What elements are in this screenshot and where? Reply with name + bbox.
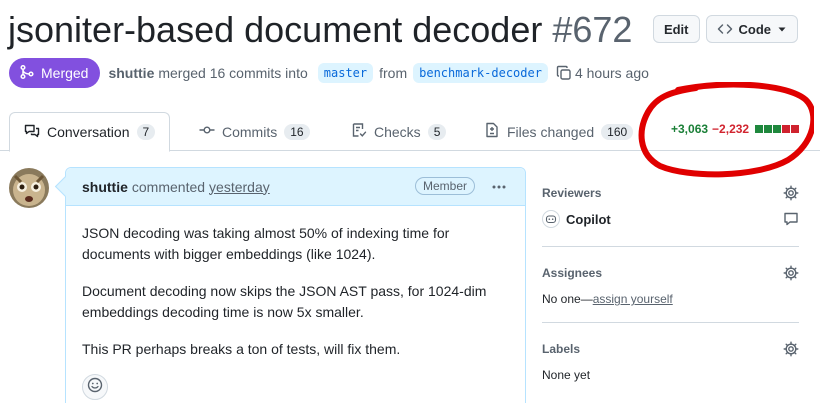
pr-author-link[interactable]: shuttie — [108, 65, 154, 81]
edit-button[interactable]: Edit — [652, 15, 700, 43]
pr-time-ago: 4 hours ago — [574, 65, 649, 81]
comment-feedback-icon[interactable] — [783, 211, 799, 232]
merged-state-label: Merged — [41, 65, 89, 81]
tab-conversation-count: 7 — [136, 124, 156, 140]
tab-files-changed-count: 160 — [601, 123, 634, 140]
tab-checks[interactable]: Checks 5 — [351, 112, 447, 151]
diffstat-block — [764, 125, 773, 133]
gear-icon[interactable] — [783, 185, 799, 206]
tab-commits-label: Commits — [222, 123, 278, 140]
diffstat-block — [773, 125, 782, 133]
tab-commits[interactable]: Commits 16 — [199, 112, 310, 151]
member-role-badge: Member — [414, 177, 475, 195]
git-commit-icon — [199, 122, 215, 141]
code-button[interactable]: Code — [705, 15, 798, 43]
pr-title: jsoniter-based document decoder #672 — [8, 6, 632, 54]
comment-action: commented — [131, 178, 206, 195]
pr-tabs: Conversation 7 Commits 16 Checks 5 Files… — [0, 112, 820, 152]
comment-timestamp-link[interactable]: yesterday — [209, 179, 270, 195]
copy-icon[interactable] — [556, 65, 572, 81]
pr-number: #672 — [552, 9, 633, 50]
tab-files-changed[interactable]: Files changed 160 — [484, 112, 634, 151]
checklist-icon — [351, 122, 367, 141]
diffstat-block — [755, 125, 764, 133]
edit-button-label: Edit — [663, 21, 689, 37]
merged-state-badge: Merged — [9, 58, 101, 88]
assignees-none: No one— — [542, 292, 593, 306]
from-word: from — [379, 65, 408, 81]
diffstat: +3,063 −2,232 — [671, 122, 800, 136]
assignees-value: No one—assign yourself — [542, 290, 673, 308]
reviewer-name: Copilot — [566, 211, 611, 227]
avatar[interactable] — [9, 168, 49, 208]
tab-conversation[interactable]: Conversation 7 — [9, 112, 171, 152]
pr-sidebar: Reviewers Copilot Assignees No one—assig… — [542, 167, 799, 403]
diffstat-blocks — [755, 125, 800, 133]
comment-paragraph: Document decoding now skips the JSON AST… — [82, 283, 487, 320]
pr-meta: Merged shuttie merged 16 commits into ma… — [9, 58, 649, 88]
comment-discussion-icon — [24, 123, 40, 142]
labels-heading: Labels — [542, 342, 581, 356]
code-button-label: Code — [738, 21, 772, 37]
gear-icon[interactable] — [783, 341, 799, 362]
tab-checks-label: Checks — [374, 123, 421, 140]
pr-title-text: jsoniter-based document decoder — [8, 9, 543, 50]
sidebar-assignees: Assignees No one—assign yourself — [542, 247, 799, 323]
base-branch[interactable]: master — [317, 63, 374, 83]
sidebar-labels: Labels None yet — [542, 323, 799, 403]
reviewers-heading: Reviewers — [542, 186, 602, 200]
comment-header: shuttie commented yesterday Member — [66, 168, 525, 206]
tab-commits-count: 16 — [284, 123, 310, 140]
title-actions: Edit Code — [652, 15, 798, 43]
sidebar-reviewers: Reviewers Copilot — [542, 167, 799, 247]
file-diff-icon — [484, 122, 500, 141]
diffstat-deletions: −2,232 — [712, 122, 750, 136]
merge-text: merged 16 commits into — [158, 65, 308, 81]
gear-icon[interactable] — [783, 265, 799, 286]
copilot-icon — [542, 210, 560, 228]
assignees-heading: Assignees — [542, 266, 603, 280]
tab-files-changed-label: Files changed — [507, 123, 595, 140]
tab-checks-count: 5 — [427, 123, 447, 140]
head-branch[interactable]: benchmark-decoder — [413, 63, 548, 83]
add-reaction-button[interactable] — [82, 374, 108, 400]
git-merge-icon — [19, 64, 35, 83]
kebab-horizontal-icon[interactable] — [491, 179, 507, 198]
comment-paragraph: JSON decoding was taking almost 50% of i… — [82, 225, 450, 262]
diffstat-block — [791, 125, 800, 133]
labels-value: None yet — [542, 368, 591, 382]
comment-author-link[interactable]: shuttie — [82, 179, 128, 195]
comment-box: shuttie commented yesterday Member JSON … — [65, 167, 526, 403]
diffstat-block — [782, 125, 791, 133]
comment-paragraph: This PR perhaps breaks a ton of tests, w… — [82, 341, 401, 357]
code-icon — [717, 21, 733, 37]
assign-yourself-link[interactable]: assign yourself — [593, 292, 673, 306]
diffstat-additions: +3,063 — [671, 122, 709, 136]
comment-body: JSON decoding was taking almost 50% of i… — [66, 206, 525, 360]
smiley-icon — [87, 377, 103, 398]
reviewer-copilot[interactable]: Copilot — [542, 210, 611, 228]
tab-conversation-label: Conversation — [47, 124, 130, 140]
caret-down-icon — [777, 24, 787, 34]
